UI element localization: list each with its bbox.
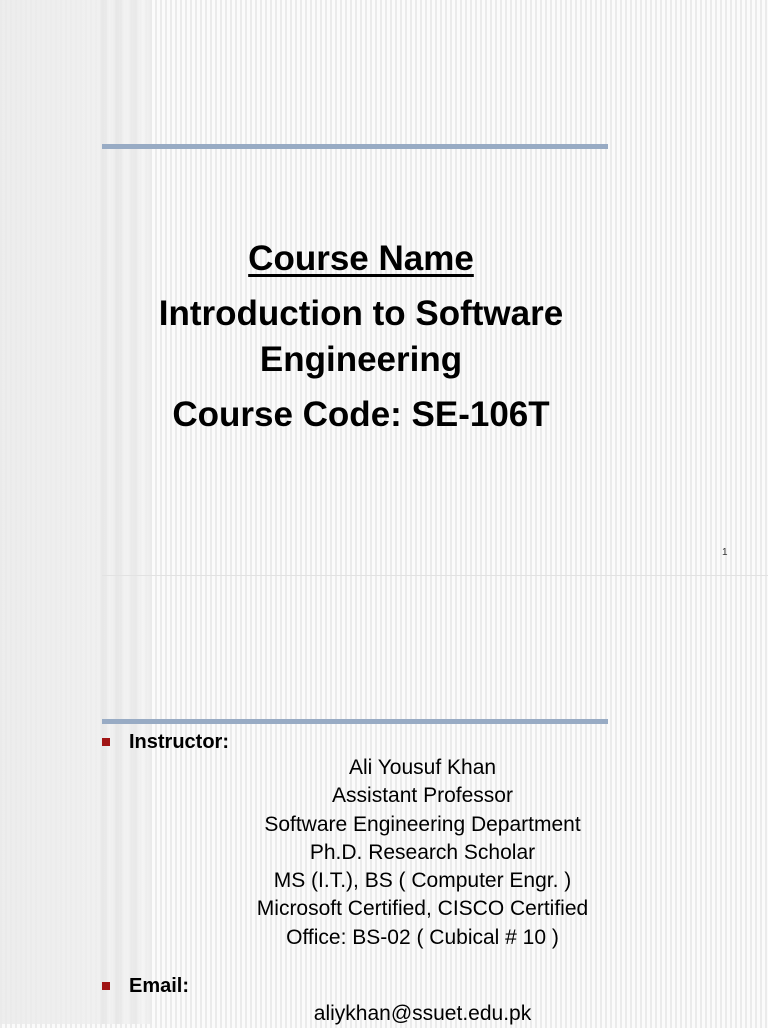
square-bullet-icon [102, 738, 110, 746]
instructor-certifications: Microsoft Certified, CISCO Certified [256, 897, 589, 921]
slide-title: Course Name Introduction to Software Eng… [0, 0, 768, 576]
instructor-name: Ali Yousuf Khan [348, 756, 497, 779]
instructor-details: Ali Yousuf Khan Assistant Professor Soft… [160, 754, 685, 952]
slide-instructor: Instructor: Ali Yousuf Khan Assistant Pr… [0, 576, 768, 1025]
instructor-office: Office: BS-02 ( Cubical # 10 ) [286, 925, 559, 949]
header-rule [102, 719, 608, 724]
page-number: 1 [722, 547, 728, 558]
email-label: Email: [129, 975, 190, 997]
course-title-line-2: Engineering [259, 340, 463, 379]
instructor-research: Ph.D. Research Scholar [309, 840, 536, 864]
instructor-degrees: MS (I.T.), BS ( Computer Engr. ) [273, 869, 572, 893]
header-rule [102, 144, 608, 149]
instructor-department: Software Engineering Department [264, 812, 581, 836]
course-name-heading: Course Name [248, 239, 474, 278]
square-bullet-icon [102, 982, 110, 990]
instructor-title: Assistant Professor [332, 784, 513, 808]
title-block: Course Name Introduction to Software Eng… [110, 236, 612, 438]
course-code: Course Code: SE-106T [172, 395, 550, 434]
instructor-label: Instructor: [129, 731, 229, 753]
course-title-line-1: Introduction to Software [158, 294, 564, 333]
